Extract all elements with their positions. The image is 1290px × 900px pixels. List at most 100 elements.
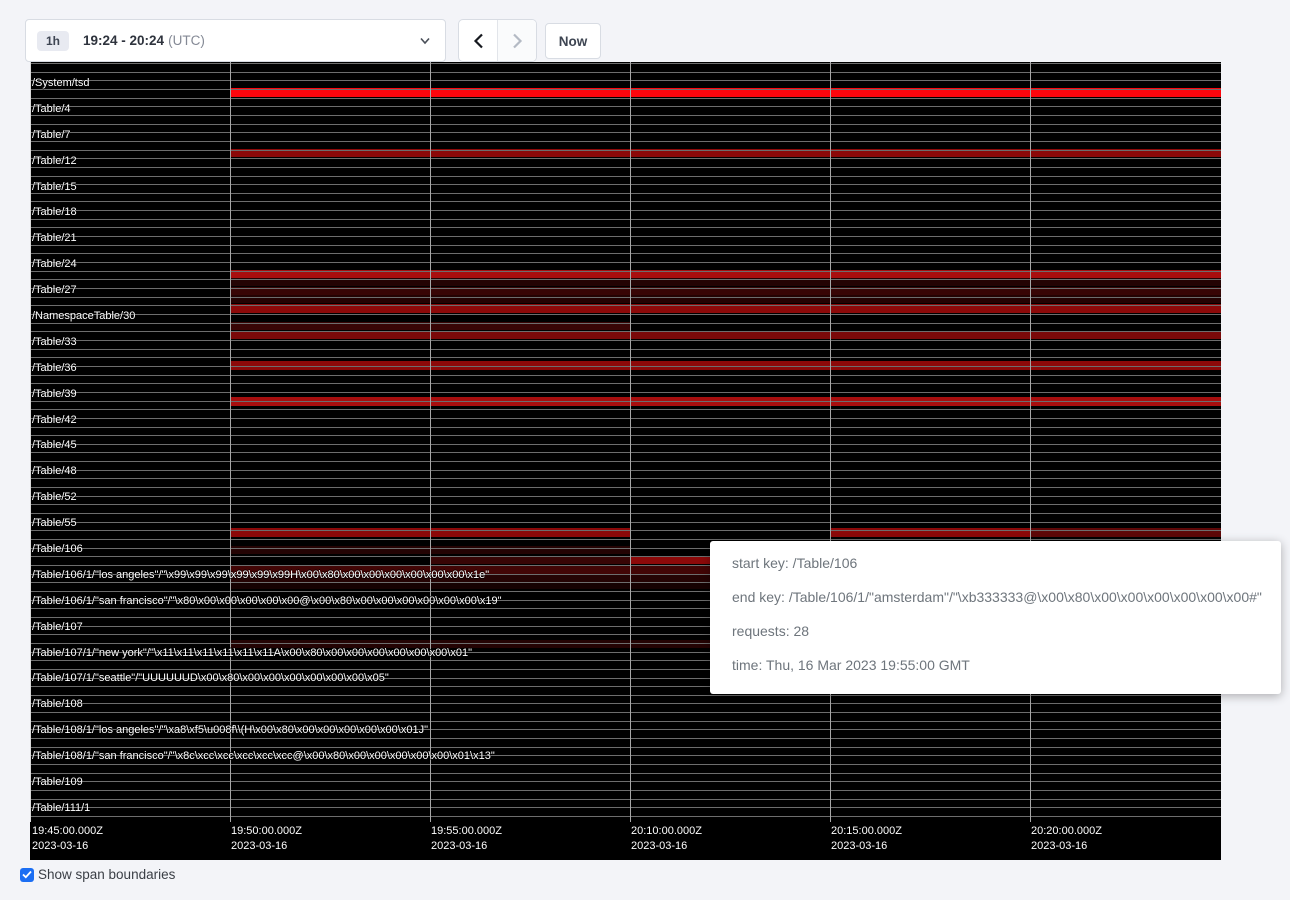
grid-hline — [30, 279, 1221, 280]
x-axis-tick-time: 19:45:00.000Z — [32, 824, 103, 839]
grid-hline — [30, 98, 1221, 99]
grid-hline — [30, 461, 1221, 462]
grid-hline — [30, 409, 1221, 410]
grid-hline — [30, 816, 1221, 817]
grid-hline — [30, 773, 1221, 774]
grid-hline — [30, 530, 1221, 531]
grid-hline — [30, 513, 1221, 514]
row-label: /Table/106/1/"los angeles"/"\x99\x99\x99… — [32, 569, 489, 581]
grid-hline — [30, 323, 1221, 324]
show-span-boundaries-checkbox[interactable] — [20, 868, 34, 882]
x-axis-tick-date: 2023-03-16 — [231, 839, 302, 854]
grid-hline — [30, 703, 1221, 704]
grid-hline — [30, 150, 1221, 151]
time-range-selector[interactable]: 1h 19:24 - 20:24(UTC) — [25, 19, 446, 62]
grid-hline — [30, 478, 1221, 479]
tooltip-end-key: end key: /Table/106/1/"amsterdam"/"\xb33… — [732, 580, 1263, 614]
grid-hline — [30, 245, 1221, 246]
grid-hline — [30, 288, 1221, 289]
grid-hline — [30, 487, 1221, 488]
row-label: /Table/109 — [32, 776, 83, 788]
grid-hline — [30, 470, 1221, 471]
grid-hline — [30, 236, 1221, 237]
grid-hline — [30, 712, 1221, 713]
x-axis-tick-date: 2023-03-16 — [1031, 839, 1102, 854]
grid-hline — [30, 124, 1221, 125]
prev-range-button[interactable] — [459, 20, 497, 61]
grid-hline — [30, 357, 1221, 358]
x-axis-tick-time: 19:50:00.000Z — [231, 824, 302, 839]
range-nav-group — [458, 19, 537, 62]
row-label: /Table/33 — [32, 336, 77, 348]
grid-hline — [30, 253, 1221, 254]
row-label: /Table/24 — [32, 258, 77, 270]
row-label: /Table/15 — [32, 181, 77, 193]
grid-hline — [30, 63, 1221, 64]
row-label: /Table/45 — [32, 439, 77, 451]
row-label: /Table/7 — [32, 129, 71, 141]
row-label: /Table/106 — [32, 543, 83, 555]
plot-left-border — [30, 62, 31, 822]
now-button[interactable]: Now — [545, 23, 601, 59]
chevron-right-icon — [512, 33, 523, 49]
grid-hline — [30, 781, 1221, 782]
row-label: /NamespaceTable/30 — [32, 310, 135, 322]
x-axis-tick: 20:20:00.000Z2023-03-16 — [1031, 824, 1102, 854]
range-value: 19:24 - 20:24 — [83, 33, 164, 48]
grid-hline — [30, 496, 1221, 497]
tooltip-start-key: start key: /Table/106 — [732, 546, 1263, 580]
x-axis-tick-date: 2023-03-16 — [32, 839, 103, 854]
row-label: /Table/108/1/"san francisco"/"\x8c\xcc\x… — [32, 750, 495, 762]
row-label: /Table/107/1/"seattle"/"UUUUUUD\x00\x80\… — [32, 672, 389, 684]
x-axis-tick-time: 20:10:00.000Z — [631, 824, 702, 839]
show-span-boundaries-label: Show span boundaries — [38, 867, 175, 882]
grid-hline — [30, 219, 1221, 220]
grid-hline — [30, 539, 1221, 540]
checkmark-icon — [22, 870, 32, 879]
grid-hline — [30, 366, 1221, 367]
grid-hline — [30, 452, 1221, 453]
grid-hline — [30, 695, 1221, 696]
grid-hline — [30, 383, 1221, 384]
row-label: /Table/52 — [32, 491, 77, 503]
x-axis-tick-date: 2023-03-16 — [631, 839, 702, 854]
grid-hline — [30, 132, 1221, 133]
grid-hline — [30, 201, 1221, 202]
grid-hline — [30, 444, 1221, 445]
row-label: /Table/42 — [32, 414, 77, 426]
row-label: /Table/111/1 — [32, 802, 90, 814]
grid-hline — [30, 305, 1221, 306]
grid-hline — [30, 340, 1221, 341]
grid-hline — [30, 799, 1221, 800]
grid-hline — [30, 747, 1221, 748]
key-visualizer-canvas[interactable]: /System/tsd/Table/4/Table/7/Table/12/Tab… — [30, 62, 1221, 860]
grid-hline — [30, 167, 1221, 168]
x-axis-tick-time: 20:20:00.000Z — [1031, 824, 1102, 839]
row-label: /Table/106/1/"san francisco"/"\x80\x00\x… — [32, 595, 502, 607]
chevron-down-icon — [419, 37, 431, 45]
show-span-boundaries-toggle[interactable]: Show span boundaries — [20, 867, 175, 882]
grid-hline — [30, 184, 1221, 185]
grid-vline — [1030, 62, 1031, 822]
row-label: /Table/48 — [32, 465, 77, 477]
grid-hline — [30, 262, 1221, 263]
grid-hline — [30, 349, 1221, 350]
grid-hline — [30, 392, 1221, 393]
grid-hline — [30, 72, 1221, 73]
heat-band — [831, 528, 1031, 537]
x-axis-tick: 19:50:00.000Z2023-03-16 — [231, 824, 302, 854]
grid-hline — [30, 790, 1221, 791]
range-text: 19:24 - 20:24(UTC) — [83, 33, 205, 48]
grid-hline — [30, 738, 1221, 739]
row-label: /System/tsd — [32, 77, 89, 89]
grid-hline — [30, 176, 1221, 177]
next-range-button[interactable] — [497, 20, 536, 61]
tooltip-time: time: Thu, 16 Mar 2023 19:55:00 GMT — [732, 648, 1263, 682]
x-axis-tick: 20:15:00.000Z2023-03-16 — [831, 824, 902, 854]
row-label: /Table/108 — [32, 698, 83, 710]
x-axis-tick: 20:10:00.000Z2023-03-16 — [631, 824, 702, 854]
grid-hline — [30, 297, 1221, 298]
grid-hline — [30, 331, 1221, 332]
x-axis-tick: 19:45:00.000Z2023-03-16 — [32, 824, 103, 854]
grid-vline — [630, 62, 631, 822]
